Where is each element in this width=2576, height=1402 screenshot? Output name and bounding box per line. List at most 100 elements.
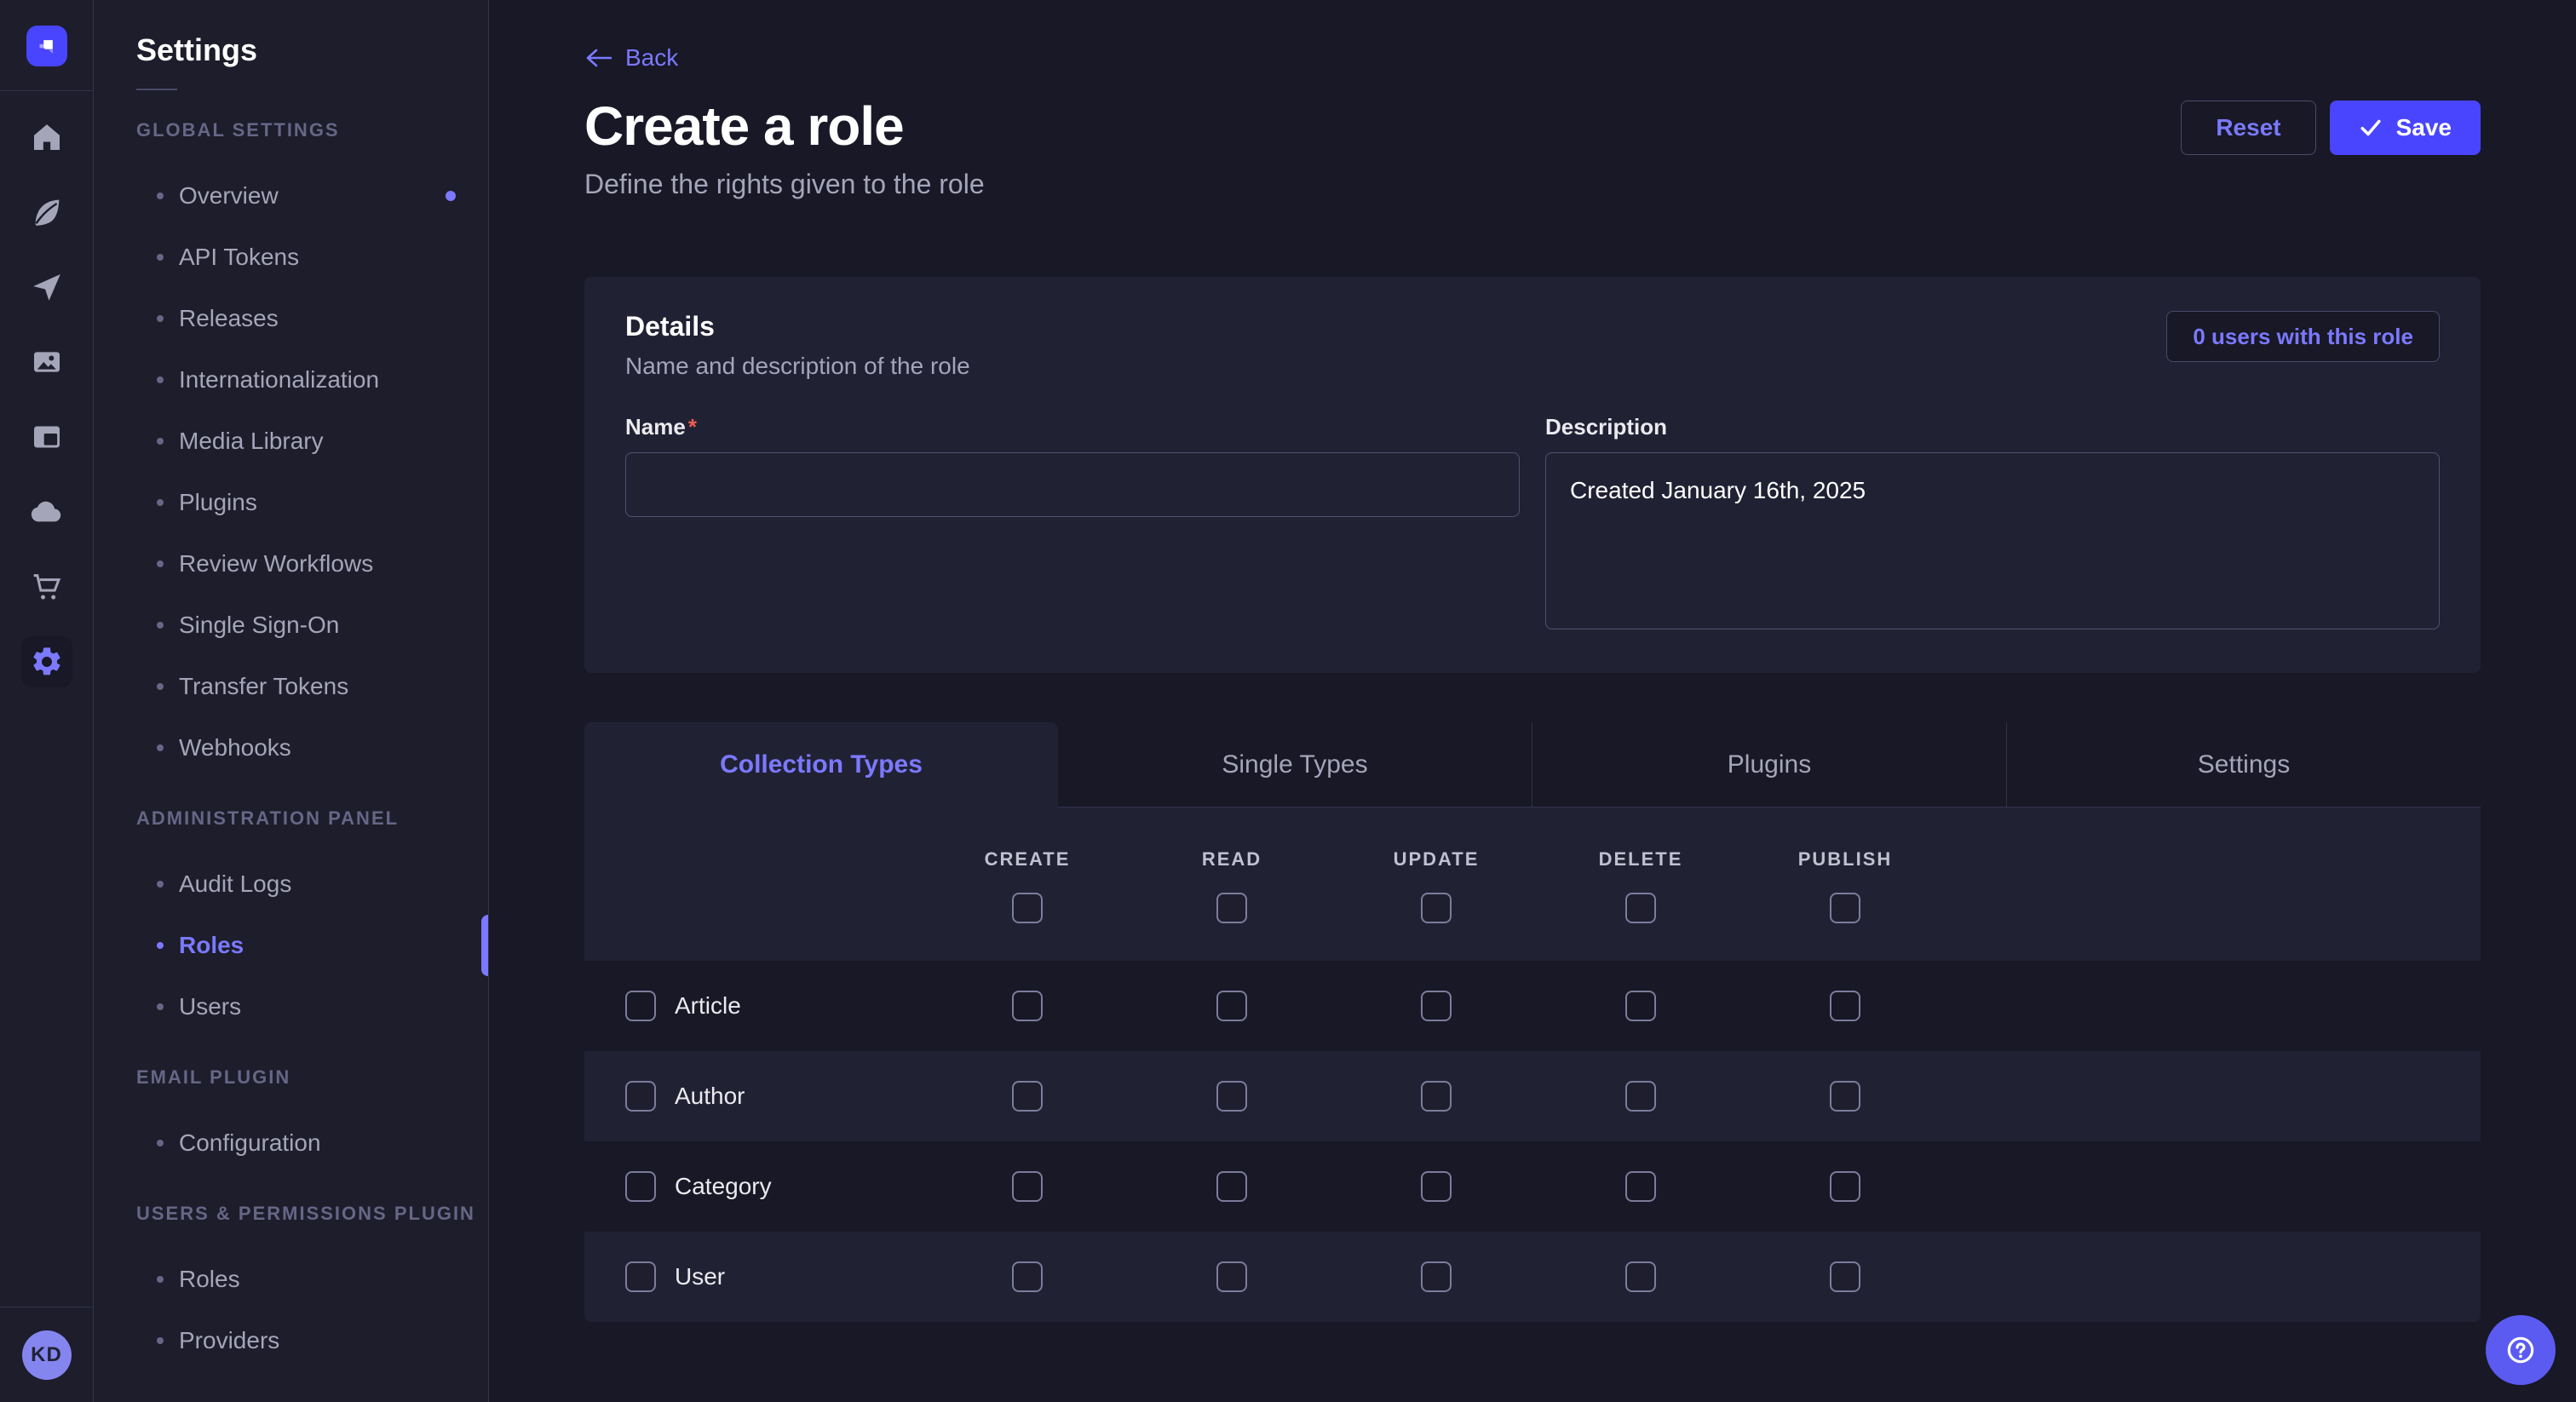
author-row-checkbox[interactable]	[625, 1081, 656, 1112]
article-publish-checkbox[interactable]	[1830, 991, 1860, 1021]
bullet-icon	[157, 744, 164, 751]
row-name-cell: Article	[584, 991, 925, 1021]
category-read-checkbox[interactable]	[1216, 1171, 1247, 1202]
category-row-checkbox[interactable]	[625, 1171, 656, 1202]
column-update: UPDATE	[1334, 807, 1538, 961]
select-all-update-checkbox[interactable]	[1421, 893, 1452, 923]
bullet-icon	[157, 192, 164, 199]
user-publish-checkbox[interactable]	[1830, 1261, 1860, 1292]
back-link[interactable]: Back	[584, 44, 678, 72]
column-create: CREATE	[925, 807, 1130, 961]
details-heading-group: Details Name and description of the role	[625, 311, 970, 380]
category-update-checkbox[interactable]	[1421, 1171, 1452, 1202]
user-update-checkbox[interactable]	[1421, 1261, 1452, 1292]
column-publish: PUBLISH	[1743, 807, 1947, 961]
user-read-checkbox[interactable]	[1216, 1261, 1247, 1292]
article-delete-checkbox[interactable]	[1625, 991, 1656, 1021]
bullet-icon	[157, 376, 164, 383]
bullet-icon	[157, 1003, 164, 1010]
section-administration-panel: ADMINISTRATION PANEL Audit Logs Roles Us…	[94, 807, 488, 1037]
tab-plugins[interactable]: Plugins	[1532, 722, 2006, 807]
sidebar-item-transfer-tokens[interactable]: Transfer Tokens	[94, 656, 488, 717]
description-field-group: Description Created January 16th, 2025	[1545, 414, 2440, 634]
section-header: USERS & PERMISSIONS PLUGIN	[136, 1203, 488, 1225]
author-delete-checkbox[interactable]	[1625, 1081, 1656, 1112]
table-row-article: Article	[584, 961, 2481, 1051]
required-asterisk: *	[688, 414, 697, 440]
author-read-checkbox[interactable]	[1216, 1081, 1247, 1112]
avatar-section: KD	[0, 1307, 93, 1402]
sidebar-item-users[interactable]: Users	[94, 976, 488, 1037]
save-button[interactable]: Save	[2330, 101, 2481, 155]
permissions-section: Collection Types Single Types Plugins Se…	[584, 722, 2481, 1322]
sidebar-item-up-roles[interactable]: Roles	[94, 1249, 488, 1310]
section-header: GLOBAL SETTINGS	[136, 119, 488, 141]
sidebar-item-configuration[interactable]: Configuration	[94, 1112, 488, 1174]
home-icon[interactable]	[0, 100, 93, 175]
avatar[interactable]: KD	[22, 1330, 72, 1380]
bullet-icon	[157, 1140, 164, 1146]
question-mark-icon	[2504, 1333, 2538, 1367]
app-root: KD Settings GLOBAL SETTINGS Overview API…	[0, 0, 2576, 1402]
category-publish-checkbox[interactable]	[1830, 1171, 1860, 1202]
sidebar-item-api-tokens[interactable]: API Tokens	[94, 227, 488, 288]
article-read-checkbox[interactable]	[1216, 991, 1247, 1021]
author-create-checkbox[interactable]	[1012, 1081, 1043, 1112]
author-update-checkbox[interactable]	[1421, 1081, 1452, 1112]
help-button[interactable]	[2486, 1315, 2556, 1385]
category-delete-checkbox[interactable]	[1625, 1171, 1656, 1202]
notification-dot	[446, 191, 456, 201]
save-label: Save	[2396, 114, 2452, 141]
article-row-checkbox[interactable]	[625, 991, 656, 1021]
settings-gear-icon[interactable]	[0, 624, 93, 699]
paper-plane-icon[interactable]	[0, 250, 93, 325]
sidebar-item-releases[interactable]: Releases	[94, 288, 488, 349]
section-header: EMAIL PLUGIN	[136, 1066, 488, 1089]
subnav-title: Settings	[136, 32, 488, 68]
name-input[interactable]	[625, 452, 1520, 517]
tab-single-types[interactable]: Single Types	[1058, 722, 1532, 807]
select-all-publish-checkbox[interactable]	[1830, 893, 1860, 923]
reset-button[interactable]: Reset	[2181, 101, 2315, 155]
strapi-logo[interactable]	[26, 26, 67, 66]
content-type-builder-icon[interactable]	[0, 399, 93, 474]
author-publish-checkbox[interactable]	[1830, 1081, 1860, 1112]
permissions-tabs: Collection Types Single Types Plugins Se…	[584, 722, 2481, 807]
details-subheading: Name and description of the role	[625, 353, 970, 380]
sidebar-item-plugins[interactable]: Plugins	[94, 472, 488, 533]
select-all-read-checkbox[interactable]	[1216, 893, 1247, 923]
sidebar-item-providers[interactable]: Providers	[94, 1310, 488, 1371]
permissions-table-header: CREATE READ UPDATE DELETE	[584, 807, 2481, 961]
media-library-icon[interactable]	[0, 325, 93, 399]
article-update-checkbox[interactable]	[1421, 991, 1452, 1021]
marketplace-cart-icon[interactable]	[0, 549, 93, 624]
logo-section	[0, 0, 93, 91]
sidebar-item-webhooks[interactable]: Webhooks	[94, 717, 488, 779]
sidebar-item-review-workflows[interactable]: Review Workflows	[94, 533, 488, 595]
details-fields: Name* Description Created January 16th, …	[625, 414, 2440, 634]
sidebar-item-roles[interactable]: Roles	[94, 915, 488, 976]
select-all-create-checkbox[interactable]	[1012, 893, 1043, 923]
row-name-cell: Author	[584, 1081, 925, 1112]
cloud-icon[interactable]	[0, 474, 93, 549]
tab-settings[interactable]: Settings	[2006, 722, 2481, 807]
sidebar-item-audit-logs[interactable]: Audit Logs	[94, 853, 488, 915]
description-textarea[interactable]: Created January 16th, 2025	[1545, 452, 2440, 629]
sidebar-item-internationalization[interactable]: Internationalization	[94, 349, 488, 411]
user-create-checkbox[interactable]	[1012, 1261, 1043, 1292]
user-row-checkbox[interactable]	[625, 1261, 656, 1292]
back-label: Back	[625, 44, 678, 72]
users-with-role-button[interactable]: 0 users with this role	[2166, 311, 2440, 362]
category-create-checkbox[interactable]	[1012, 1171, 1043, 1202]
sidebar-item-overview[interactable]: Overview	[94, 165, 488, 227]
article-create-checkbox[interactable]	[1012, 991, 1043, 1021]
back-arrow-icon	[584, 47, 612, 69]
sidebar-item-media-library[interactable]: Media Library	[94, 411, 488, 472]
subnav-title-divider	[136, 89, 177, 90]
user-delete-checkbox[interactable]	[1625, 1261, 1656, 1292]
feather-icon[interactable]	[0, 175, 93, 250]
sidebar-item-single-sign-on[interactable]: Single Sign-On	[94, 595, 488, 656]
tab-collection-types[interactable]: Collection Types	[584, 722, 1058, 807]
select-all-delete-checkbox[interactable]	[1625, 893, 1656, 923]
bullet-icon	[157, 1337, 164, 1344]
